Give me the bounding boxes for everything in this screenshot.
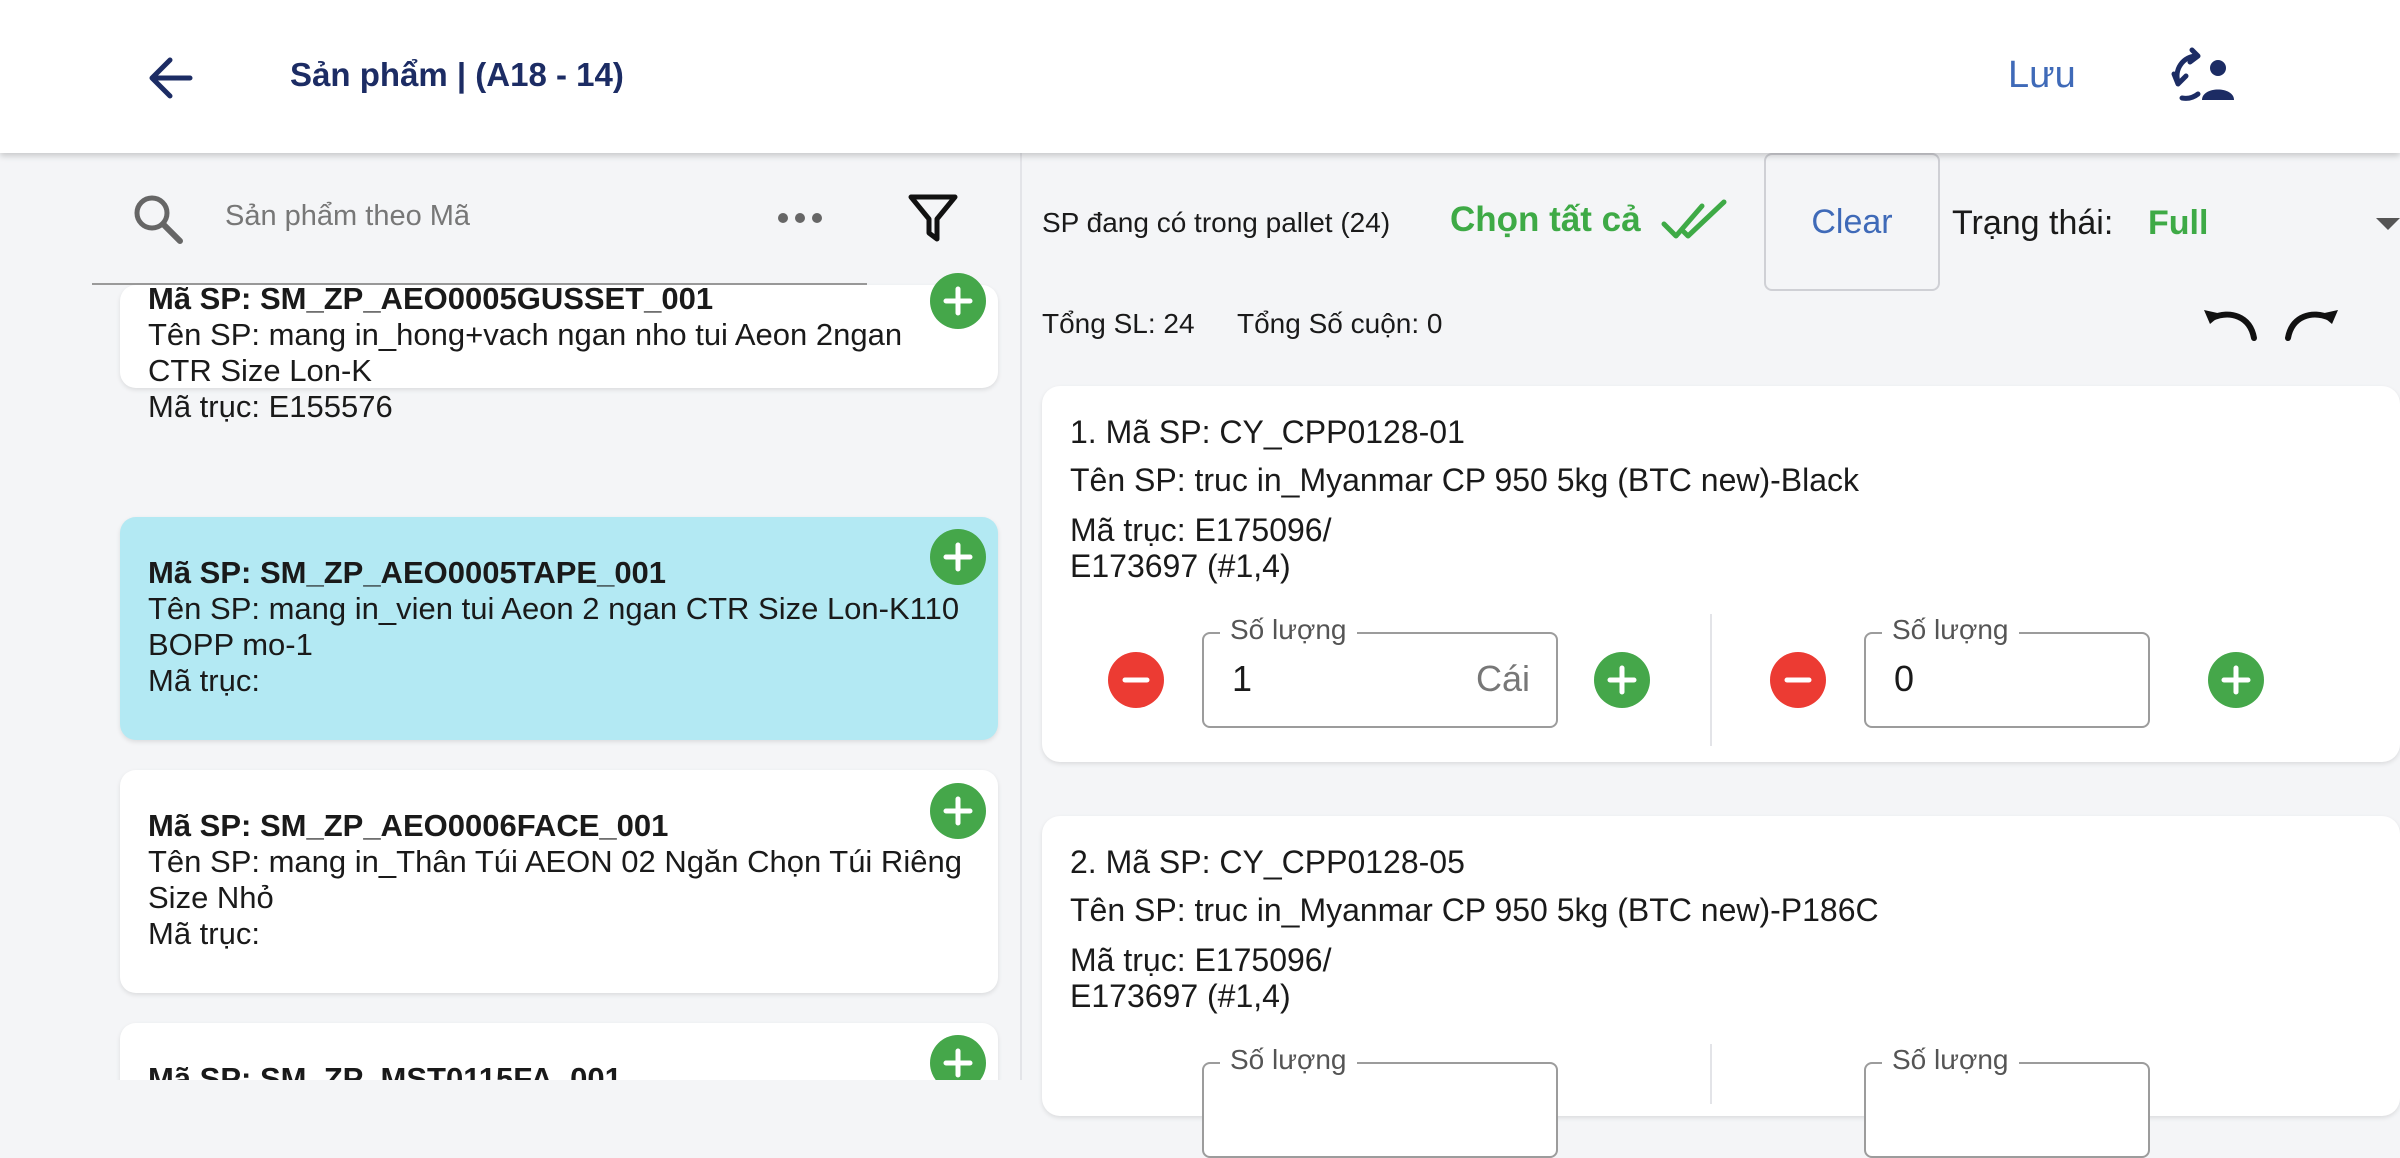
product-list-panel: Mã SP: SM_ZP_AEO0005GUSSET_001 Tên SP: m… (0, 153, 1020, 1080)
add-icon (943, 286, 973, 316)
field-separator (1710, 614, 1712, 746)
quantity-field[interactable]: Số lượng (1202, 1044, 1558, 1158)
quantity-field[interactable]: Số lượng 1 Cái (1202, 614, 1558, 728)
more-icon (795, 213, 805, 223)
product-name: Tên SP: mang in_Thân Túi AEON 02 Ngăn Ch… (148, 844, 962, 915)
more-button[interactable] (772, 203, 828, 233)
add-icon (943, 542, 973, 572)
product-code: Mã SP: SM_ZP_AEO0006FACE_001 (148, 808, 669, 843)
quantity-value: 0 (1894, 658, 1915, 699)
minus-icon (1122, 677, 1150, 683)
product-card-selected[interactable]: Mã SP: SM_ZP_AEO0005TAPE_001 Tên SP: man… (120, 517, 998, 740)
quantity-label: Số lượng (1220, 614, 1357, 646)
filter-icon[interactable] (905, 189, 961, 245)
product-card[interactable]: Mã SP: SM_ZP_AEO0006FACE_001 Tên SP: man… (120, 770, 998, 993)
product-axis: Mã trục: E155576 (148, 389, 393, 424)
product-code: Mã SP: SM_ZP_AEO0005TAPE_001 (148, 555, 667, 590)
total-rolls: Tổng Số cuộn: 0 (1237, 308, 1443, 339)
status-dropdown[interactable]: Full (2148, 204, 2208, 243)
sync-icon (2171, 47, 2234, 101)
app-bar: Sản phẩm | (A18 - 14) Lưu (0, 0, 2400, 153)
select-all-button[interactable]: Chọn tất cả (1450, 200, 1641, 240)
more-icon (778, 213, 788, 223)
increase-quantity-button[interactable] (1594, 652, 1650, 708)
pallet-item-code: 1. Mã SP: CY_CPP0128-01 (1070, 414, 1465, 450)
product-name: Tên SP: mang in_vien tui Aeon 2 ngan CTR… (148, 591, 960, 662)
double-check-icon[interactable] (1660, 196, 1728, 246)
add-icon (2221, 665, 2251, 695)
minus-icon (1784, 677, 1812, 683)
pallet-item-card: 2. Mã SP: CY_CPP0128-05 Tên SP: truc in_… (1042, 816, 2400, 1158)
pallet-item-axis: Mã trục: E175096/ (1070, 942, 1332, 978)
dropdown-caret-icon[interactable] (2376, 218, 2400, 230)
product-card[interactable]: Mã SP: SM_ZP_AEO0005GUSSET_001 Tên SP: m… (120, 281, 998, 424)
add-icon (1607, 665, 1637, 695)
back-button[interactable] (140, 48, 200, 108)
save-button[interactable]: Lưu (2008, 54, 2076, 97)
add-icon (943, 1048, 973, 1078)
quantity-value: 1 (1232, 658, 1253, 699)
rolls-quantity-field[interactable]: Số lượng (1864, 1044, 2150, 1158)
quantity-unit: Cái (1475, 658, 1530, 699)
clear-button[interactable]: Clear (1764, 153, 1940, 291)
field-separator (1710, 1044, 1712, 1104)
pallet-item-axis-2: E173697 (#1,4) (1070, 978, 1291, 1014)
product-code: Mã SP: SM_ZP_MST0115FA_001 (148, 1061, 622, 1080)
add-product-button[interactable] (930, 529, 986, 585)
pallet-item-card: 1. Mã SP: CY_CPP0128-01 Tên SP: truc in_… (1042, 386, 2400, 762)
page-title: Sản phẩm | (A18 - 14) (290, 56, 624, 93)
search-input[interactable] (225, 191, 745, 241)
pallet-item-name: Tên SP: truc in_Myanmar CP 950 5kg (BTC … (1070, 892, 1879, 928)
rolls-quantity-field[interactable]: Số lượng 0 (1864, 614, 2150, 728)
product-card[interactable]: Mã SP: SM_ZP_MST0115FA_001 (120, 1023, 998, 1080)
quantity-label: Số lượng (1220, 1044, 1357, 1076)
quantity-label: Số lượng (1882, 614, 2019, 646)
quantity-label: Số lượng (1882, 1044, 2019, 1076)
decrease-rolls-button[interactable] (1770, 652, 1826, 708)
decrease-quantity-button[interactable] (1108, 652, 1164, 708)
redo-icon[interactable] (2282, 296, 2342, 344)
sync-button[interactable] (2168, 46, 2236, 108)
add-product-button[interactable] (930, 273, 986, 329)
add-product-button[interactable] (930, 783, 986, 839)
search-icon (134, 195, 183, 244)
increase-rolls-button[interactable] (2208, 652, 2264, 708)
more-icon (812, 213, 822, 223)
undo-icon[interactable] (2200, 296, 2260, 344)
pallet-item-code: 2. Mã SP: CY_CPP0128-05 (1070, 844, 1465, 880)
add-icon (943, 796, 973, 826)
pallet-item-name: Tên SP: truc in_Myanmar CP 950 5kg (BTC … (1070, 462, 1860, 498)
product-axis: Mã trục: (148, 663, 260, 698)
back-arrow-icon (149, 57, 193, 99)
pallet-item-axis-2: E173697 (#1,4) (1070, 548, 1291, 584)
status-label: Trạng thái: (1952, 204, 2114, 242)
product-axis: Mã trục: (148, 916, 260, 951)
total-quantity: Tổng SL: 24 (1042, 308, 1195, 339)
pallet-item-axis: Mã trục: E175096/ (1070, 512, 1332, 548)
product-code: Mã SP: SM_ZP_AEO0005GUSSET_001 (148, 281, 714, 316)
pallet-header: SP đang có trong pallet (24) (1042, 207, 1391, 238)
product-name: Tên SP: mang in_hong+vach ngan nho tui A… (148, 317, 903, 388)
